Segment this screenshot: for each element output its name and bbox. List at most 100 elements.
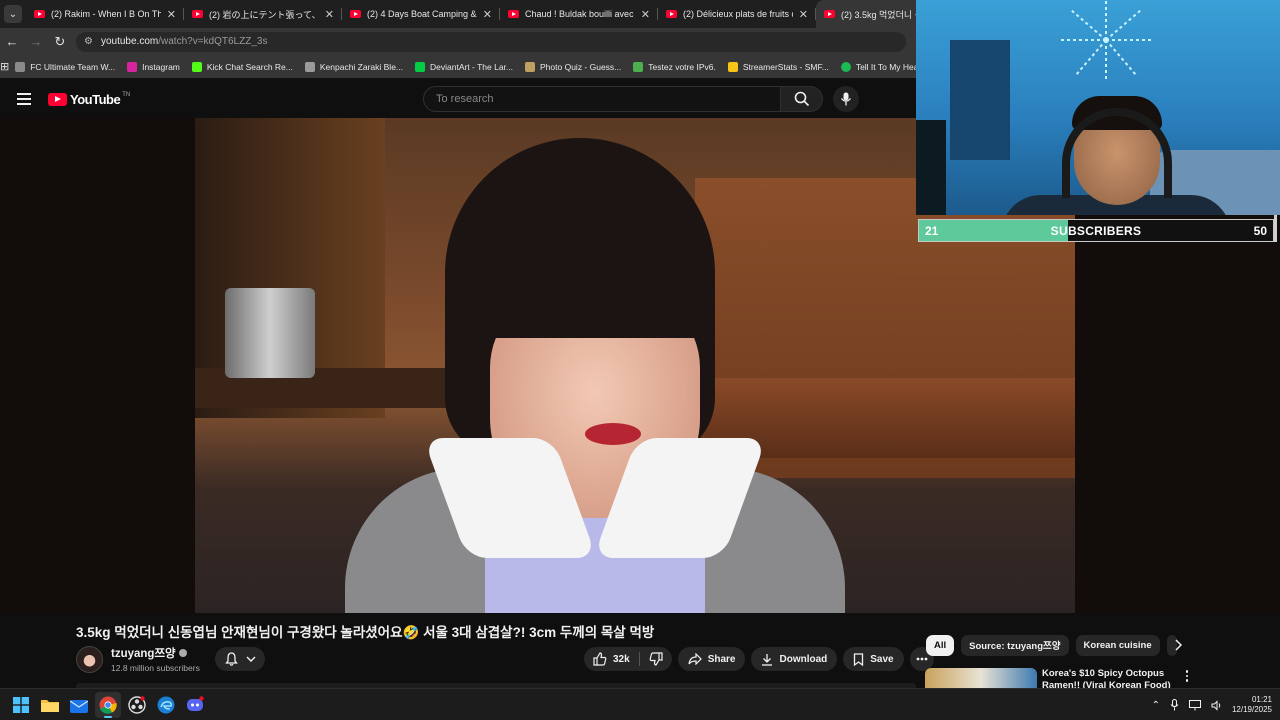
chips-next-button[interactable] xyxy=(1168,635,1188,655)
network-icon[interactable] xyxy=(1188,699,1201,711)
bookmark-item[interactable]: Kick Chat Search Re... xyxy=(186,61,299,72)
chevron-down-icon xyxy=(246,656,255,662)
like-dislike-group: 32k xyxy=(584,647,672,671)
close-tab-icon[interactable]: ✕ xyxy=(325,8,334,21)
download-button[interactable]: Download xyxy=(751,647,838,671)
voice-search-button[interactable] xyxy=(833,86,859,112)
bookmark-item[interactable]: Instagram xyxy=(121,61,186,72)
recommendation-menu-icon[interactable] xyxy=(1182,668,1192,684)
close-tab-icon[interactable]: ✕ xyxy=(641,8,650,21)
system-tray: ⌃ 01:21 12/19/2025 xyxy=(1152,689,1272,720)
folder-icon xyxy=(41,699,59,712)
share-label: Share xyxy=(707,653,736,665)
discord-icon xyxy=(187,695,204,711)
recommended-title[interactable]: Korea's $10 Spicy Octopus Ramen!! (Viral… xyxy=(1042,668,1172,688)
subscribed-notifications-button[interactable] xyxy=(215,647,265,671)
save-label: Save xyxy=(870,653,894,665)
address-bar-row: ← → ↻ ⚙ youtube.com/watch?v=kdQT6LZZ_3s xyxy=(0,28,916,55)
edge-icon xyxy=(157,696,175,713)
browser-tab[interactable]: (2) Délicieux plats de fruits de m ✕ xyxy=(658,0,816,28)
video-person xyxy=(345,138,845,613)
chip-korean-cuisine[interactable]: Korean cuisine xyxy=(1075,634,1160,656)
bookmark-label: Testez votre IPv6. xyxy=(648,61,716,72)
youtube-logo[interactable]: YouTube TN xyxy=(48,92,130,107)
bookmarks-bar: ⊞ FC Ultimate Team W... Instagram Kick C… xyxy=(0,55,916,78)
browser-tab[interactable]: (2) Rakim - When I B On Tha M ✕ xyxy=(26,0,184,28)
windows-taskbar: ⌃ 01:21 12/19/2025 xyxy=(0,688,1280,720)
url-host: youtube.com xyxy=(100,36,159,47)
chevron-up-icon[interactable]: ⌃ xyxy=(1152,700,1160,711)
volume-icon[interactable] xyxy=(1211,699,1222,711)
bookmark-item[interactable]: Photo Quiz - Guess... xyxy=(519,61,627,72)
close-tab-icon[interactable]: ✕ xyxy=(483,8,492,21)
obs-button[interactable] xyxy=(124,692,150,718)
obs-icon xyxy=(128,695,146,714)
instagram-icon xyxy=(127,61,138,72)
bookmark-item[interactable]: DeviantArt - The Lar... xyxy=(409,61,519,72)
share-button[interactable]: Share xyxy=(677,647,746,671)
youtube-favicon-icon xyxy=(350,10,361,18)
subscriber-goal-target: 50 xyxy=(1253,223,1267,238)
chip-all[interactable]: All xyxy=(926,634,955,656)
bookmark-item[interactable]: FC Ultimate Team W... xyxy=(9,61,121,72)
bookmark-item[interactable]: Kenpachi Zaraki Ble... xyxy=(299,61,409,72)
browser-tab[interactable]: Chaud ! Buldak bouilli avec une ✕ xyxy=(500,0,658,28)
file-explorer-button[interactable] xyxy=(37,692,63,718)
back-button[interactable]: ← xyxy=(0,30,24,54)
url-bar[interactable]: ⚙ youtube.com/watch?v=kdQT6LZZ_3s xyxy=(76,31,906,52)
system-clock[interactable]: 01:21 12/19/2025 xyxy=(1232,695,1272,715)
bookmark-item[interactable]: Testez votre IPv6. xyxy=(627,61,722,72)
reload-button[interactable]: ↻ xyxy=(48,30,72,54)
thumbs-down-icon xyxy=(649,652,663,666)
tab-title: (2) Délicieux plats de fruits de m xyxy=(683,9,793,19)
deviantart-icon xyxy=(415,61,426,72)
bookmark-item[interactable]: StreamerStats - SMF... xyxy=(722,61,835,72)
site-settings-icon[interactable]: ⚙ xyxy=(84,36,93,47)
start-button[interactable] xyxy=(8,692,34,718)
dislike-button[interactable] xyxy=(640,647,672,671)
browser-tab-active[interactable]: (2) 3.5kg 먹었더니 신 xyxy=(816,0,916,28)
bookmark-item[interactable]: Tell It To My Heart •... xyxy=(835,61,916,72)
chrome-button[interactable] xyxy=(95,691,121,718)
tab-search-button[interactable]: ⌄ xyxy=(4,5,22,23)
checkmark-icon xyxy=(633,61,644,72)
discord-button[interactable] xyxy=(182,692,208,718)
forward-button[interactable]: → xyxy=(24,30,48,54)
channel-name-link[interactable]: tzuyang쯔양 xyxy=(111,645,200,661)
channel-row: tzuyang쯔양 12.8 million subscribers xyxy=(76,645,200,673)
tab-title: (2) 3.5kg 먹었더니 신 xyxy=(841,9,916,20)
tab-title: (2) 岩の上にテント張って、一日釣り xyxy=(209,9,319,20)
webcam-background xyxy=(950,40,1010,160)
save-button[interactable]: Save xyxy=(843,647,904,671)
recommended-thumbnail[interactable] xyxy=(925,668,1037,688)
like-button[interactable]: 32k xyxy=(584,647,639,671)
mail-app-button[interactable] xyxy=(66,692,92,718)
youtube-favicon-icon xyxy=(192,10,203,18)
edge-button[interactable] xyxy=(153,692,179,718)
microphone-icon[interactable] xyxy=(1170,699,1179,711)
bookmark-icon xyxy=(854,652,864,666)
search-button[interactable] xyxy=(781,86,823,112)
close-tab-icon[interactable]: ✕ xyxy=(799,8,808,21)
chevron-down-icon: ⌄ xyxy=(8,8,18,20)
bar-chart-icon xyxy=(727,61,738,72)
search-input[interactable] xyxy=(423,86,781,112)
apps-grid-icon[interactable]: ⊞ xyxy=(0,60,9,73)
bookmark-label: Instagram xyxy=(142,61,180,72)
microphone-icon xyxy=(840,92,852,106)
tab-title: (2) 4 Days Boat Camping & Cat xyxy=(367,9,477,19)
bookmark-label: Kick Chat Search Re... xyxy=(206,61,293,72)
recommended-video[interactable]: Korea's $10 Spicy Octopus Ramen!! (Viral… xyxy=(925,668,1185,688)
chevron-right-icon xyxy=(1175,639,1182,651)
channel-meta: tzuyang쯔양 12.8 million subscribers xyxy=(111,645,200,673)
chip-source[interactable]: Source: tzuyang쯔양 xyxy=(961,634,1069,656)
browser-tab[interactable]: (2) 岩の上にテント張って、一日釣り ✕ xyxy=(184,0,342,28)
menu-icon[interactable] xyxy=(17,93,31,105)
bookmark-label: Photo Quiz - Guess... xyxy=(540,61,622,72)
youtube-favicon-icon xyxy=(824,10,835,18)
clock-date: 12/19/2025 xyxy=(1231,705,1272,714)
browser-tab[interactable]: (2) 4 Days Boat Camping & Cat ✕ xyxy=(342,0,500,28)
download-icon xyxy=(762,653,773,666)
channel-avatar[interactable] xyxy=(76,645,103,673)
close-tab-icon[interactable]: ✕ xyxy=(167,8,176,21)
